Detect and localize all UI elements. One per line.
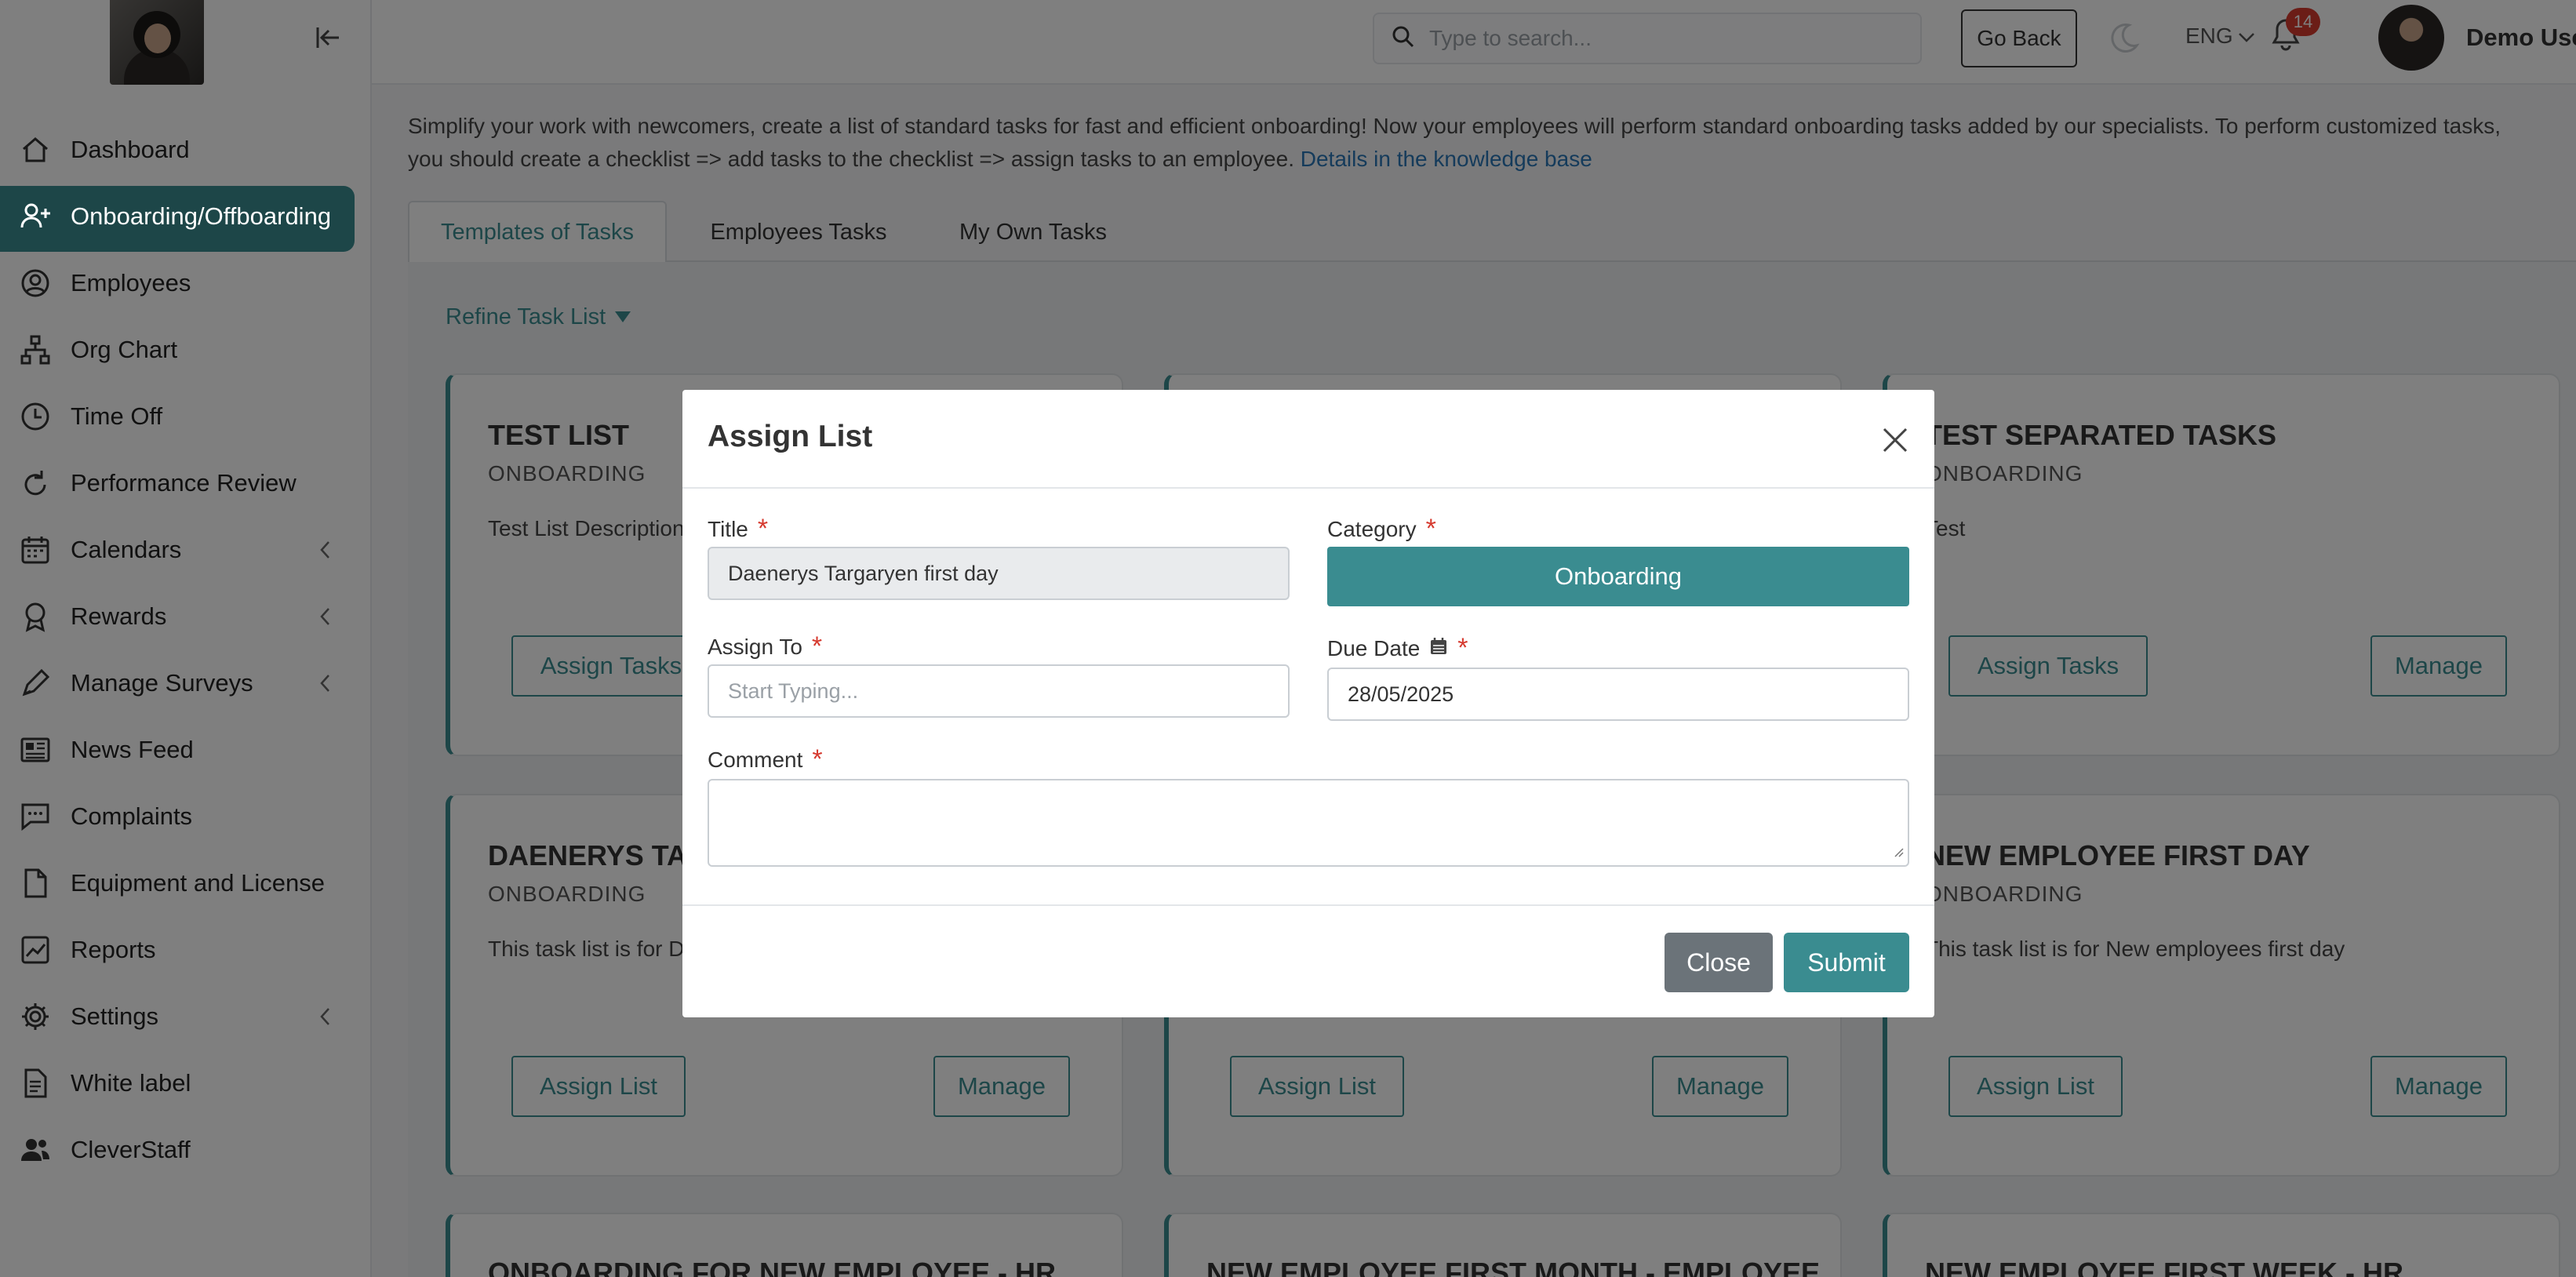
category-label-text: Category — [1327, 516, 1417, 541]
comment-textarea[interactable] — [708, 779, 1909, 867]
submit-button[interactable]: Submit — [1784, 933, 1909, 992]
required-mark: * — [757, 514, 769, 544]
required-mark: * — [812, 744, 823, 774]
modal-footer-divider — [682, 904, 1934, 906]
due-date-input[interactable]: 28/05/2025 — [1327, 668, 1909, 721]
close-button[interactable]: Close — [1665, 933, 1773, 992]
category-field-label: Category * — [1327, 514, 1436, 544]
modal-header: Assign List — [682, 390, 1934, 489]
calendar-icon — [1429, 636, 1448, 661]
required-mark: * — [1425, 514, 1436, 544]
assign-list-modal: Assign List Title * Daenerys Targaryen f… — [682, 390, 1934, 1017]
close-icon[interactable] — [1878, 423, 1912, 457]
resize-handle-icon[interactable] — [1892, 846, 1905, 862]
required-mark: * — [811, 631, 823, 661]
title-label-text: Title — [708, 516, 748, 541]
required-mark: * — [1457, 633, 1468, 663]
category-button[interactable]: Onboarding — [1327, 547, 1909, 606]
title-field: Daenerys Targaryen first day — [708, 547, 1290, 600]
assign-to-input[interactable]: Start Typing... — [708, 664, 1290, 718]
sidebar-item-label: Onboarding/Offboarding — [71, 202, 332, 230]
assign-to-field-label: Assign To * — [708, 631, 822, 662]
due-date-field-label: Due Date * — [1327, 633, 1468, 664]
comment-field-label: Comment * — [708, 744, 823, 775]
due-date-label-text: Due Date — [1327, 635, 1421, 660]
user-plus-icon — [17, 198, 53, 235]
title-field-label: Title * — [708, 514, 768, 544]
assign-to-label-text: Assign To — [708, 634, 802, 659]
modal-title: Assign List — [708, 420, 873, 453]
comment-label-text: Comment — [708, 747, 803, 772]
